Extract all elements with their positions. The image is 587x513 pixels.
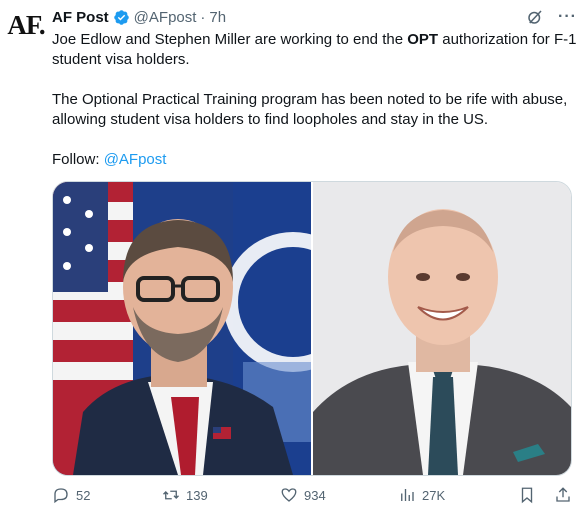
photo-joe-edlow[interactable]: [53, 182, 311, 475]
more-icon[interactable]: ···: [558, 9, 577, 25]
views-icon: [401, 489, 414, 501]
views-count: 27K: [422, 487, 446, 503]
grok-icon[interactable]: [526, 8, 544, 26]
tweet-time[interactable]: 7h: [209, 9, 226, 26]
bookmark-icon[interactable]: [518, 486, 536, 504]
tweet-paragraph-3: Follow: @AFpost: [52, 150, 580, 170]
tweet-header: AF Post @AFpost · 7h ···: [52, 6, 577, 28]
photo-stephen-miller[interactable]: [313, 182, 571, 475]
avatar[interactable]: AF.: [6, 10, 46, 50]
repost-icon: [163, 490, 179, 500]
tweet-text: Joe Edlow and Stephen Miller are working…: [52, 30, 580, 170]
account-name[interactable]: AF Post: [52, 9, 109, 26]
repost-button[interactable]: 139: [162, 486, 280, 504]
repost-count: 139: [186, 487, 208, 503]
avatar-logo-text: AF.: [7, 10, 45, 40]
reply-button[interactable]: 52: [52, 486, 162, 504]
heart-icon: [281, 488, 297, 502]
views-button[interactable]: 27K: [398, 486, 518, 504]
like-count: 934: [304, 487, 326, 503]
share-icon[interactable]: [554, 486, 572, 504]
tweet-paragraph-2: The Optional Practical Training program …: [52, 91, 568, 128]
action-bar: 52 139 934 27K: [52, 484, 572, 506]
tweet-paragraph-1: Joe Edlow and Stephen Miller are working…: [52, 30, 580, 70]
like-button[interactable]: 934: [280, 486, 398, 504]
follow-label: Follow:: [52, 151, 104, 168]
media-grid: [52, 181, 572, 476]
text-span: Joe Edlow and Stephen Miller are working…: [52, 31, 408, 48]
account-handle[interactable]: @AFpost: [134, 9, 197, 26]
separator-dot: ·: [200, 8, 206, 26]
bold-term: OPT: [407, 31, 439, 48]
reply-count: 52: [76, 487, 91, 503]
reply-icon: [54, 488, 68, 504]
follow-link[interactable]: @AFpost: [104, 151, 167, 168]
verified-badge-icon: [113, 9, 130, 26]
